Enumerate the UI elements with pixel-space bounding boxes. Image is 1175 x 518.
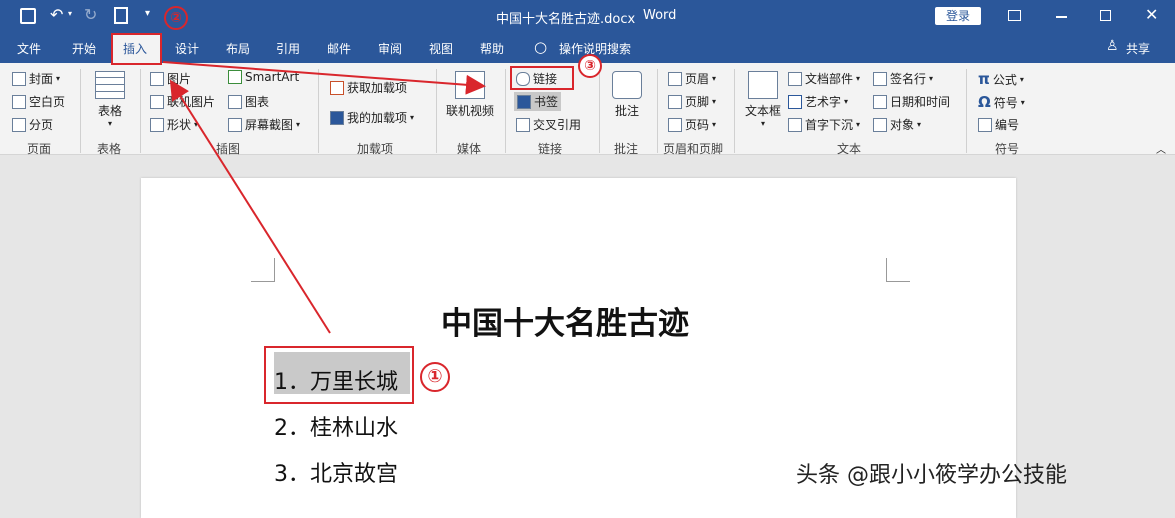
watermark: 头条 @跟小小筱学办公技能: [796, 463, 1067, 488]
annotation-arrows: [162, 61, 486, 334]
